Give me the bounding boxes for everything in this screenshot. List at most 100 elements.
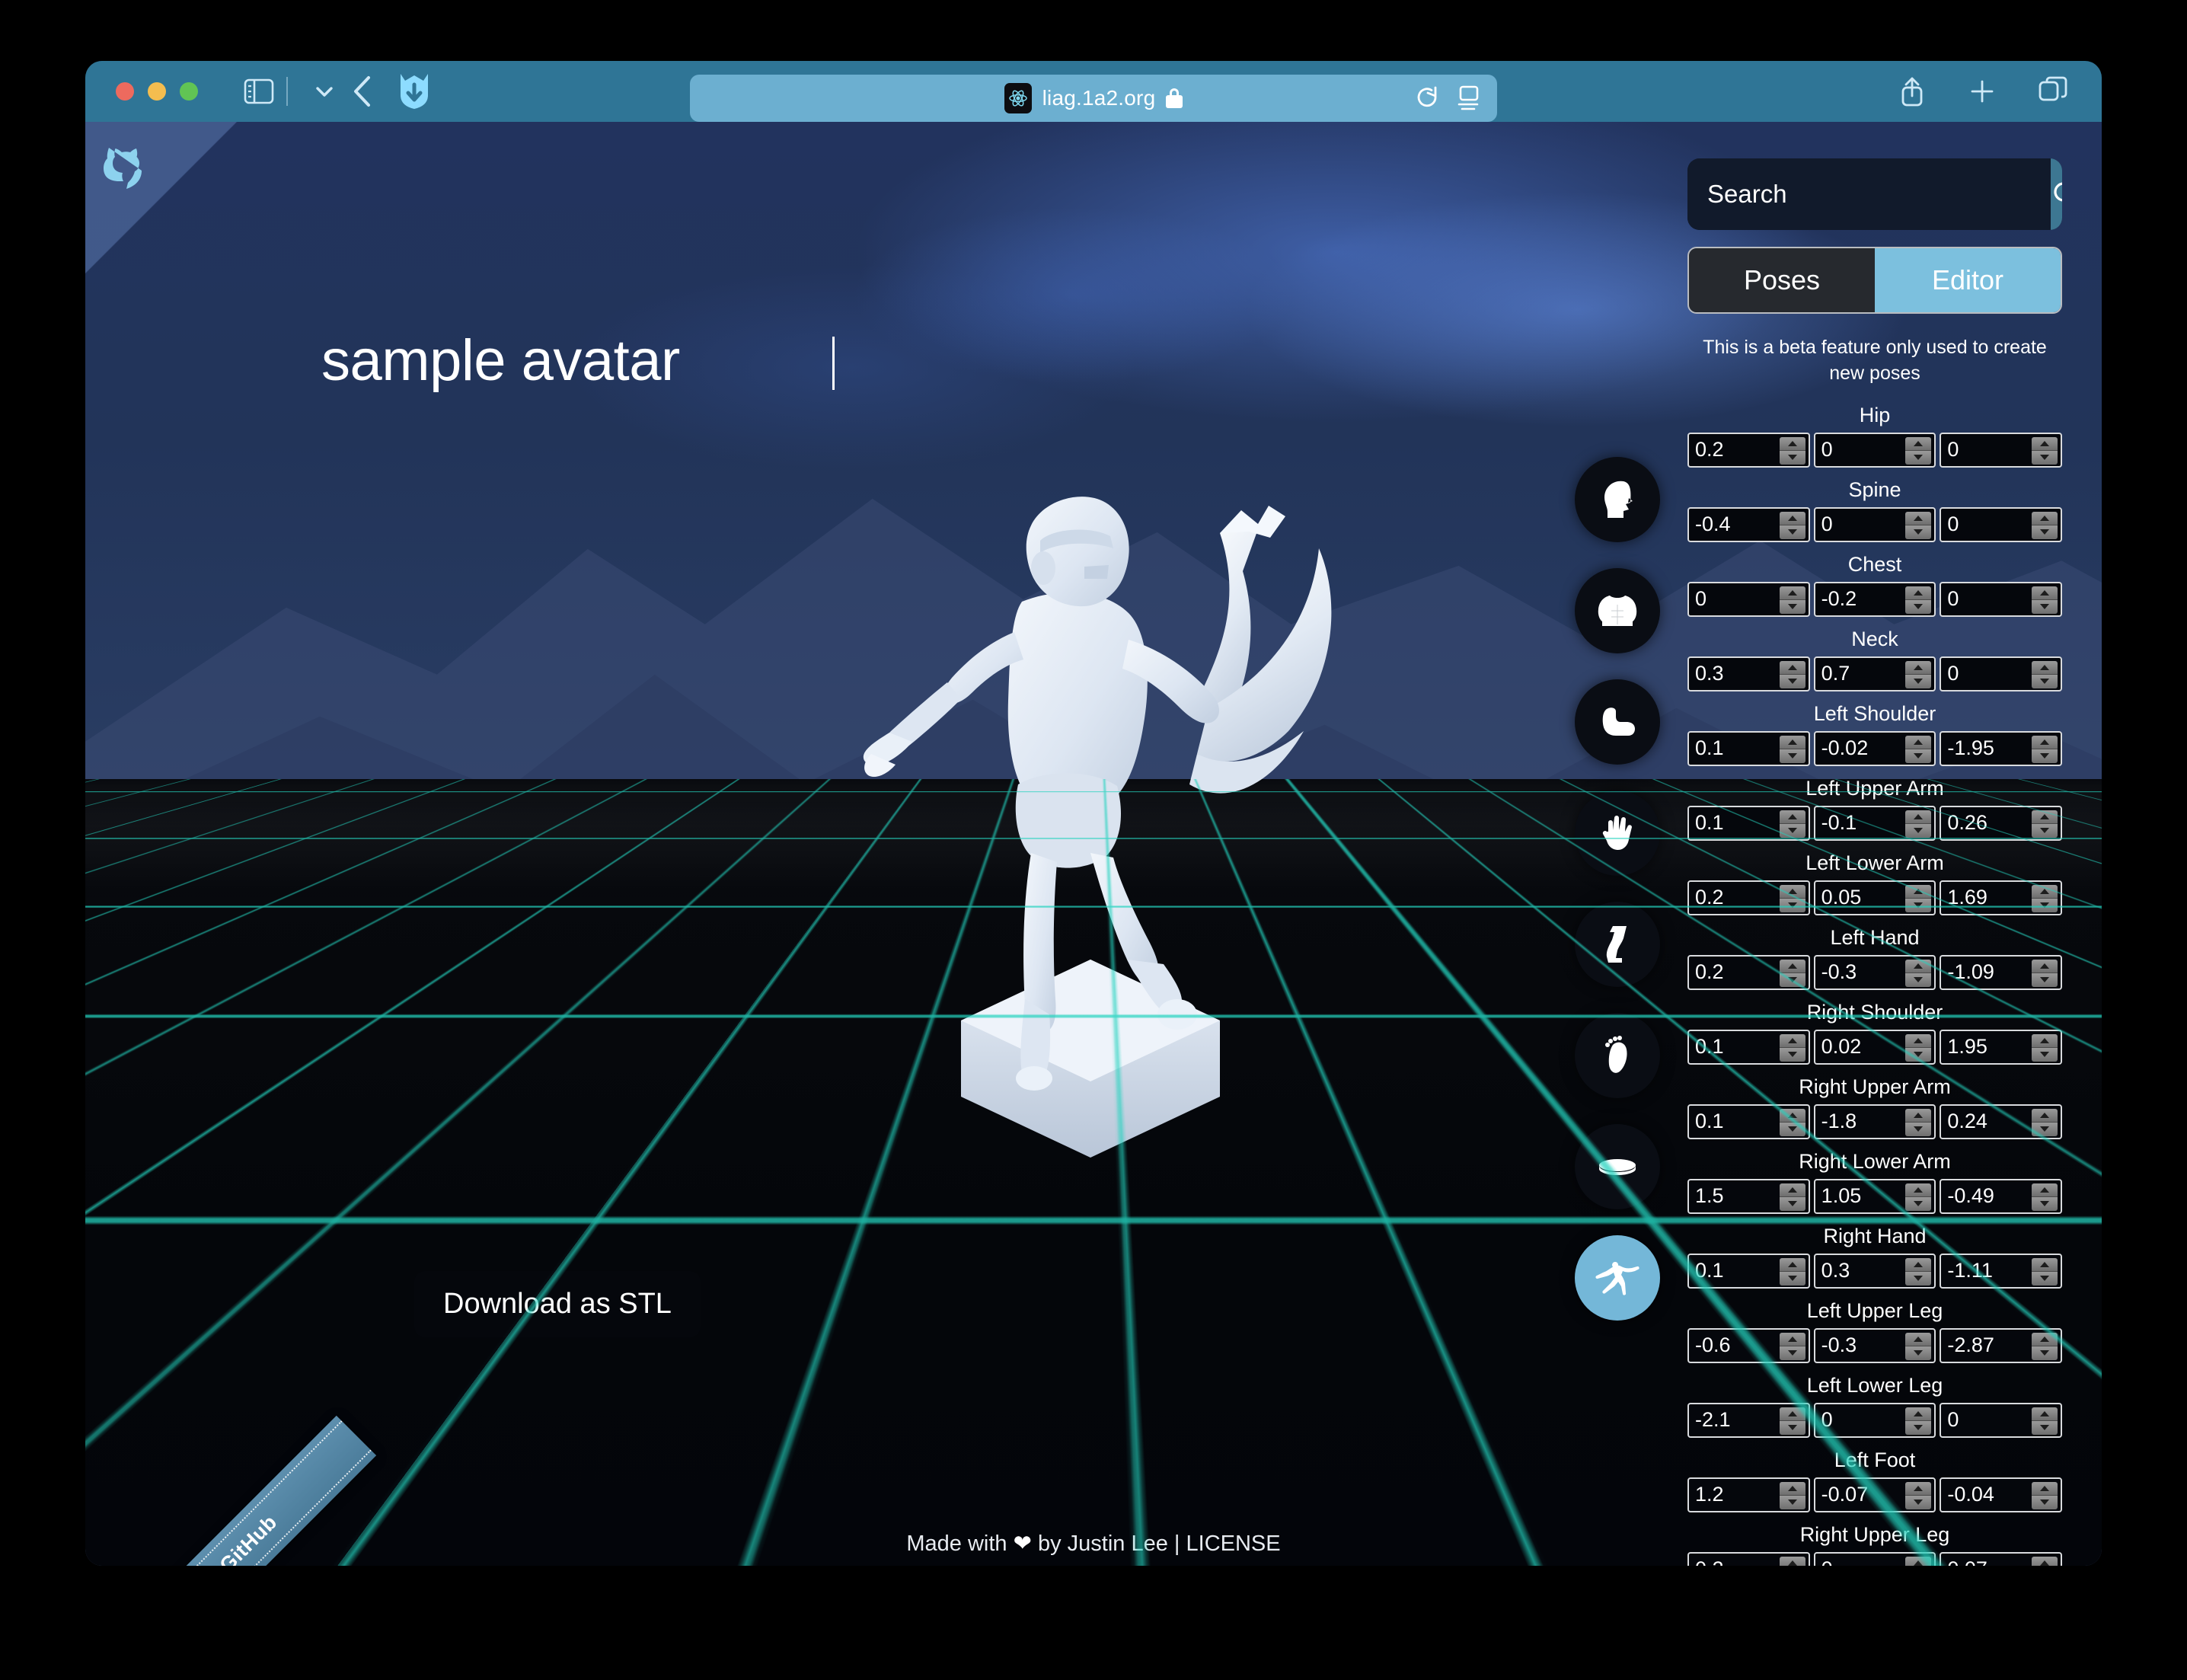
rail-button-base[interactable] <box>1575 1124 1660 1209</box>
rail-button-pose[interactable] <box>1575 1235 1660 1321</box>
stepper-down-button[interactable] <box>1905 451 1932 465</box>
joint-y-field[interactable] <box>1813 656 1936 691</box>
stepper-down-button[interactable] <box>1779 1197 1805 1211</box>
stepper-up-button[interactable] <box>1779 1257 1805 1272</box>
avatar-3d-model[interactable] <box>862 426 1608 1264</box>
joint-x-stepper[interactable] <box>1779 1033 1805 1062</box>
stepper-up-button[interactable] <box>2032 1033 2058 1048</box>
stepper-up-button[interactable] <box>2032 660 2058 675</box>
close-window-button[interactable] <box>116 82 134 101</box>
joint-x-stepper[interactable] <box>1779 810 1805 838</box>
joint-y-stepper[interactable] <box>1905 810 1932 838</box>
joint-z-field[interactable] <box>1940 954 2062 990</box>
joint-y-stepper[interactable] <box>1905 436 1932 465</box>
stepper-down-button[interactable] <box>1905 1197 1932 1211</box>
stepper-down-button[interactable] <box>1905 525 1932 539</box>
joint-y-field[interactable] <box>1813 1551 1936 1566</box>
joint-z-stepper[interactable] <box>2032 1108 2058 1136</box>
joint-z-field[interactable] <box>1940 1029 2062 1065</box>
joint-z-stepper[interactable] <box>2032 1481 2058 1509</box>
stepper-up-button[interactable] <box>1905 1183 1932 1197</box>
stepper-up-button[interactable] <box>2032 1481 2058 1496</box>
share-icon[interactable] <box>1898 75 1927 108</box>
joint-y-field[interactable] <box>1813 1178 1936 1214</box>
joint-x-field[interactable] <box>1687 805 1810 841</box>
stepper-down-button[interactable] <box>2032 749 2058 763</box>
stepper-down-button[interactable] <box>2032 525 2058 539</box>
stepper-up-button[interactable] <box>1905 1033 1932 1048</box>
joint-x-stepper[interactable] <box>1779 1407 1805 1435</box>
stepper-up-button[interactable] <box>1905 810 1932 824</box>
stepper-down-button[interactable] <box>2032 899 2058 912</box>
joint-x-field[interactable] <box>1687 1551 1810 1566</box>
joint-y-field[interactable] <box>1813 432 1936 468</box>
joint-y-stepper[interactable] <box>1905 1108 1932 1136</box>
joint-z-stepper[interactable] <box>2032 1556 2058 1566</box>
joint-z-stepper[interactable] <box>2032 586 2058 614</box>
joint-x-field[interactable] <box>1687 581 1810 617</box>
avatar-title-wrapper[interactable] <box>321 327 835 394</box>
stepper-down-button[interactable] <box>1779 1496 1805 1509</box>
tab-editor[interactable]: Editor <box>1875 248 2061 312</box>
stepper-up-button[interactable] <box>2032 586 2058 600</box>
stepper-up-button[interactable] <box>1905 884 1932 899</box>
stepper-down-button[interactable] <box>1905 675 1932 688</box>
tab-poses[interactable]: Poses <box>1689 248 1875 312</box>
stepper-down-button[interactable] <box>1905 749 1932 763</box>
joint-x-field[interactable] <box>1687 730 1810 766</box>
stepper-up-button[interactable] <box>2032 1407 2058 1421</box>
joint-x-stepper[interactable] <box>1779 735 1805 763</box>
joint-y-stepper[interactable] <box>1905 1033 1932 1062</box>
joint-x-stepper[interactable] <box>1779 959 1805 987</box>
stepper-down-button[interactable] <box>1905 1421 1932 1435</box>
stepper-down-button[interactable] <box>1779 1048 1805 1062</box>
stepper-down-button[interactable] <box>2032 1048 2058 1062</box>
joint-y-stepper[interactable] <box>1905 884 1932 912</box>
rail-button-arm[interactable] <box>1575 679 1660 765</box>
stepper-up-button[interactable] <box>1779 1183 1805 1197</box>
stepper-up-button[interactable] <box>1779 1407 1805 1421</box>
avatar-title-input[interactable] <box>321 327 831 394</box>
joint-z-field[interactable] <box>1940 1103 2062 1139</box>
joint-z-field[interactable] <box>1940 1477 2062 1512</box>
joint-x-field[interactable] <box>1687 432 1810 468</box>
stepper-up-button[interactable] <box>1779 1108 1805 1123</box>
rail-button-torso[interactable] <box>1575 568 1660 653</box>
joint-z-stepper[interactable] <box>2032 1407 2058 1435</box>
stepper-up-button[interactable] <box>2032 1257 2058 1272</box>
stepper-down-button[interactable] <box>1779 525 1805 539</box>
stepper-down-button[interactable] <box>1779 824 1805 838</box>
joint-z-field[interactable] <box>1940 1551 2062 1566</box>
joint-x-field[interactable] <box>1687 506 1810 542</box>
stepper-up-button[interactable] <box>1779 735 1805 749</box>
joint-y-stepper[interactable] <box>1905 959 1932 987</box>
joint-y-field[interactable] <box>1813 581 1936 617</box>
stepper-down-button[interactable] <box>1779 973 1805 987</box>
joint-y-field[interactable] <box>1813 1477 1936 1512</box>
stepper-down-button[interactable] <box>1779 749 1805 763</box>
reload-icon[interactable] <box>1415 85 1439 111</box>
joint-z-field[interactable] <box>1940 880 2062 915</box>
stepper-down-button[interactable] <box>1905 1048 1932 1062</box>
joint-z-field[interactable] <box>1940 1402 2062 1438</box>
rail-button-hand[interactable] <box>1575 790 1660 876</box>
joint-y-stepper[interactable] <box>1905 1183 1932 1211</box>
joint-z-stepper[interactable] <box>2032 1257 2058 1286</box>
stepper-up-button[interactable] <box>2032 810 2058 824</box>
stepper-down-button[interactable] <box>2032 600 2058 614</box>
joint-z-stepper[interactable] <box>2032 436 2058 465</box>
stepper-up-button[interactable] <box>2032 511 2058 525</box>
joint-y-field[interactable] <box>1813 805 1936 841</box>
joint-x-field[interactable] <box>1687 1327 1810 1363</box>
stepper-down-button[interactable] <box>2032 973 2058 987</box>
stepper-up-button[interactable] <box>1905 1407 1932 1421</box>
joint-y-field[interactable] <box>1813 730 1936 766</box>
stepper-up-button[interactable] <box>2032 1332 2058 1346</box>
stepper-down-button[interactable] <box>1779 899 1805 912</box>
stepper-down-button[interactable] <box>1779 600 1805 614</box>
rail-button-head[interactable] <box>1575 457 1660 542</box>
download-stl-button[interactable]: Download as STL <box>414 1271 701 1337</box>
joint-y-stepper[interactable] <box>1905 1481 1932 1509</box>
stepper-down-button[interactable] <box>1905 1346 1932 1360</box>
joint-z-stepper[interactable] <box>2032 735 2058 763</box>
